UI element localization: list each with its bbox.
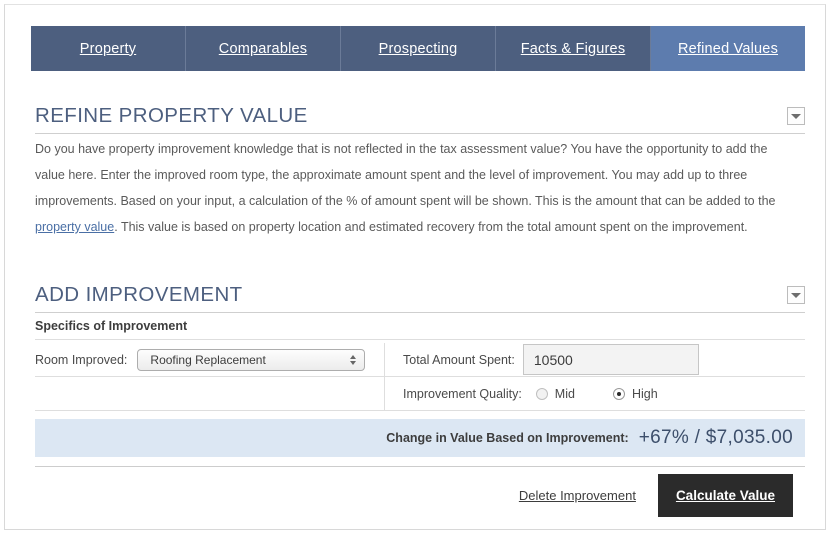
collapse-toggle-add-improvement[interactable]: [787, 286, 805, 304]
room-select-wrapper: Roofing Replacement: [127, 348, 366, 371]
refine-property-value-header: REFINE PROPERTY VALUE: [35, 104, 805, 134]
specifics-of-improvement-label: Specifics of Improvement: [35, 319, 805, 340]
main-tab-bar: Property Comparables Prospecting Facts &…: [31, 26, 805, 71]
refine-description: Do you have property improvement knowled…: [35, 136, 797, 240]
add-improvement-header: ADD IMPROVEMENT: [35, 283, 805, 313]
change-in-value-label: Change in Value Based on Improvement:: [386, 431, 629, 445]
total-amount-cell: Total Amount Spent:: [385, 343, 805, 376]
room-improved-label: Room Improved:: [35, 352, 128, 367]
tab-comparables[interactable]: Comparables: [186, 26, 341, 71]
chevron-down-icon: [791, 113, 801, 119]
tab-label: Comparables: [218, 40, 308, 57]
collapse-toggle-refine[interactable]: [787, 107, 805, 125]
room-improved-cell: Room Improved: Roofing Replacement: [35, 343, 385, 376]
form-row-room-amount: Room Improved: Roofing Replacement Total…: [35, 343, 805, 377]
improvement-quality-label: Improvement Quality:: [403, 386, 522, 401]
description-part-1: Do you have property improvement knowled…: [35, 142, 776, 208]
tab-label: Property: [79, 40, 137, 57]
radio-icon: [535, 387, 548, 400]
page-title: REFINE PROPERTY VALUE: [35, 104, 308, 127]
room-improved-select[interactable]: Roofing Replacement: [137, 348, 366, 371]
delete-improvement-link[interactable]: Delete Improvement: [519, 488, 636, 503]
tab-property[interactable]: Property: [31, 26, 186, 71]
radio-icon-selected: [612, 387, 625, 400]
calculate-value-button[interactable]: Calculate Value: [657, 474, 793, 517]
total-amount-spent-input[interactable]: [522, 344, 699, 375]
page-frame: Property Comparables Prospecting Facts &…: [4, 4, 826, 530]
improvement-quality-cell: Improvement Quality: Mid High: [385, 377, 805, 410]
quality-spacer-cell: [35, 377, 385, 410]
description-part-2: . This value is based on property locati…: [114, 220, 748, 234]
total-amount-spent-label: Total Amount Spent:: [403, 352, 515, 367]
tab-refined-values[interactable]: Refined Values: [651, 26, 805, 71]
action-row: Delete Improvement Calculate Value: [519, 474, 793, 517]
radio-label: High: [631, 386, 658, 401]
improvement-quality-radio-group: Mid High: [535, 386, 658, 401]
radio-quality-high[interactable]: High: [612, 386, 658, 401]
improvement-form: Room Improved: Roofing Replacement Total…: [35, 343, 805, 411]
tab-label: Prospecting: [378, 40, 458, 57]
tab-label: Refined Values: [677, 40, 779, 57]
add-improvement-title: ADD IMPROVEMENT: [35, 283, 243, 306]
tab-label: Facts & Figures: [520, 40, 626, 57]
property-value-link[interactable]: property value: [35, 220, 114, 234]
change-in-value-bar: Change in Value Based on Improvement: +6…: [35, 419, 805, 457]
change-in-value-amount: +67% / $7,035.00: [638, 427, 793, 448]
form-row-quality: Improvement Quality: Mid High: [35, 377, 805, 411]
chevron-down-icon: [791, 292, 801, 298]
radio-quality-mid[interactable]: Mid: [535, 386, 575, 401]
tab-prospecting[interactable]: Prospecting: [341, 26, 496, 71]
radio-label: Mid: [554, 386, 575, 401]
actions-divider: [35, 466, 805, 467]
tab-facts-and-figures[interactable]: Facts & Figures: [496, 26, 651, 71]
